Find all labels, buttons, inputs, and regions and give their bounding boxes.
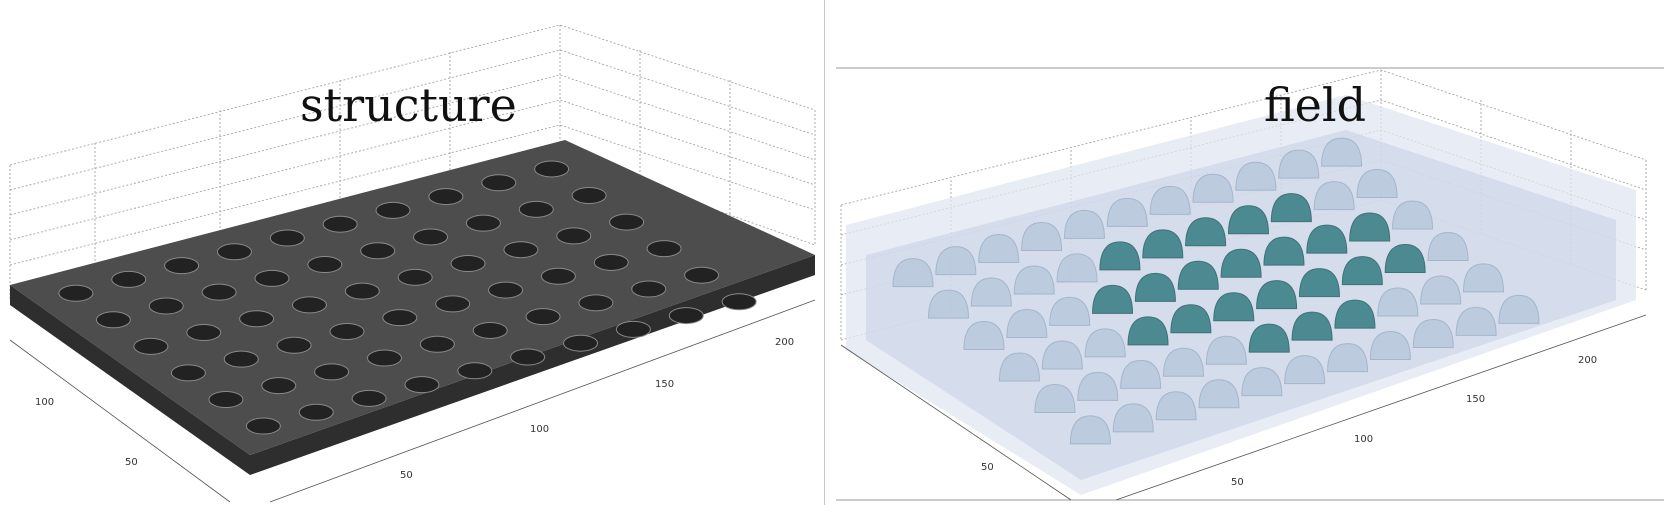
plate-hole (239, 310, 275, 328)
plate-hole (186, 324, 222, 342)
plate-hole (170, 364, 206, 382)
plate-hole (133, 337, 169, 355)
plate-hole (223, 350, 259, 368)
plate-hole (435, 295, 471, 313)
plate-hole (668, 307, 704, 325)
plate-hole (721, 293, 757, 311)
plate-hole (111, 270, 147, 288)
plate-hole (684, 266, 720, 284)
plate-hole (419, 335, 455, 353)
plate-hole (593, 253, 629, 271)
field-panel: 50 100 150 200 50 field (826, 0, 1664, 505)
structure-tick-y-50: 50 (125, 457, 138, 468)
field-tick-y-50: 50 (981, 462, 994, 473)
plate-hole (450, 255, 486, 273)
plate-hole (615, 320, 651, 338)
structure-tick-x-150: 150 (655, 379, 674, 390)
plate-hole (164, 257, 200, 275)
plate-hole (578, 294, 614, 312)
field-plot: 50 100 150 200 50 (836, 67, 1664, 501)
plate-hole (344, 282, 380, 300)
plate-hole (254, 269, 290, 287)
structure-tick-x-200: 200 (775, 337, 794, 348)
plate-hole (518, 200, 554, 218)
field-tick-x-50: 50 (1231, 477, 1244, 488)
plate-hole (298, 403, 334, 421)
field-tick-x-100: 100 (1354, 434, 1373, 445)
plate-hole (216, 243, 252, 261)
plate-hole (465, 214, 501, 232)
structure-tick-x-100: 100 (530, 424, 549, 435)
plate-hole (322, 215, 358, 233)
plate-hole (148, 297, 184, 315)
plate-hole (481, 174, 517, 192)
plate-hole (314, 363, 350, 381)
structure-tick-x-50: 50 (400, 470, 413, 481)
field-tick-x-150: 150 (1466, 394, 1485, 405)
plate-hole (457, 362, 493, 380)
plate-hole (208, 390, 244, 408)
plate-hole (397, 268, 433, 286)
plate-hole (503, 241, 539, 259)
plate-hole (360, 242, 396, 260)
plate-hole (95, 311, 131, 329)
plate-hole (329, 322, 365, 340)
plate-hole (375, 201, 411, 219)
structure-plot: 50 100 150 200 50 100 (9, 24, 816, 503)
plate-hole (488, 281, 524, 299)
plate-hole (534, 160, 570, 178)
plate-hole (291, 296, 327, 314)
plate-hole (540, 267, 576, 285)
plate-hole (525, 308, 561, 326)
plate-hole (413, 228, 449, 246)
plate-hole (366, 349, 402, 367)
plate-hole (201, 283, 237, 301)
field-title: field (1264, 78, 1367, 132)
plate-hole (58, 284, 94, 302)
plate-hole (563, 334, 599, 352)
plate-hole (261, 377, 297, 395)
plate-hole (307, 256, 343, 274)
structure-panel: 50 100 150 200 50 100 structure (0, 0, 824, 505)
plate-hole (404, 376, 440, 394)
plate-hole (276, 336, 312, 354)
plate-hole (609, 213, 645, 231)
plate-hole (245, 417, 281, 435)
panel-divider (824, 0, 825, 505)
plate-hole (571, 187, 607, 205)
field-tick-x-200: 200 (1578, 355, 1597, 366)
plate-hole (428, 188, 464, 206)
plate-hole (269, 229, 305, 247)
plate-hole (510, 348, 546, 366)
plate-hole (382, 309, 418, 327)
plate-hole (631, 280, 667, 298)
plate-hole (646, 240, 682, 258)
plate-hole (556, 227, 592, 245)
structure-tick-y-100: 100 (35, 397, 54, 408)
plate-hole (351, 389, 387, 407)
structure-title: structure (300, 78, 517, 132)
plate-hole (472, 321, 508, 339)
